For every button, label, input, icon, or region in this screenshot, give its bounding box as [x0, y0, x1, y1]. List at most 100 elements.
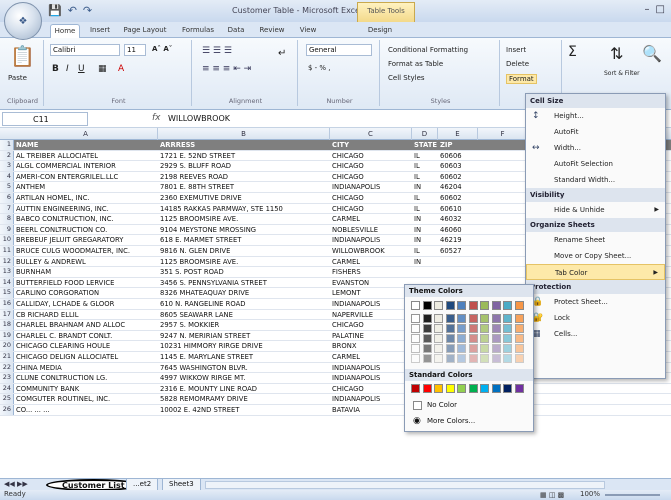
tab-scroll-icons[interactable]: ◀◀ ▶▶: [4, 480, 28, 488]
table-cell[interactable]: IN: [414, 183, 438, 191]
row-number[interactable]: 3: [0, 161, 14, 171]
color-swatch[interactable]: [491, 384, 501, 393]
color-swatch[interactable]: [457, 354, 466, 363]
color-swatch[interactable]: [468, 334, 478, 343]
menu-autofit-selection[interactable]: AutoFit Selection: [526, 156, 665, 172]
table-row[interactable]: 26 CO... ... ... 10002 E. 42ND STREET BATAV…: [0, 405, 671, 416]
row-number[interactable]: 9: [0, 224, 14, 235]
table-cell[interactable]: 2929 S. BLUFF ROAD: [160, 162, 330, 170]
color-swatch[interactable]: [514, 301, 524, 310]
table-cell[interactable]: 7801 E. 88TH STREET: [160, 183, 330, 191]
color-swatch[interactable]: [480, 344, 489, 353]
menu-format-cells[interactable]: ▦ Cells...: [526, 326, 665, 342]
table-cell[interactable]: IN: [414, 215, 438, 223]
zoom-slider[interactable]: [605, 494, 660, 496]
color-swatch[interactable]: [411, 301, 420, 310]
color-swatch[interactable]: [491, 301, 501, 310]
color-swatch[interactable]: [514, 314, 524, 323]
tab-page-layout[interactable]: Page Layout: [120, 24, 170, 38]
table-cell[interactable]: BUTTERFIELD FOOD LERVICE: [16, 279, 158, 287]
color-swatch[interactable]: [445, 301, 455, 310]
row-number[interactable]: 25: [0, 394, 14, 404]
color-swatch[interactable]: [445, 314, 455, 323]
name-box[interactable]: C11: [2, 112, 88, 126]
table-cell[interactable]: IL: [414, 162, 438, 170]
table-cell[interactable]: CHINA MEDIA: [16, 364, 158, 372]
row-number[interactable]: 6: [0, 193, 14, 203]
column-header-cell[interactable]: NAME: [16, 141, 158, 149]
underline-button[interactable]: U: [78, 64, 85, 74]
table-cell[interactable]: 610 N. RANGELINE ROAD: [160, 300, 330, 308]
table-cell[interactable]: 60602: [440, 194, 478, 202]
row-number[interactable]: 17: [0, 309, 14, 320]
table-cell[interactable]: AL TREIBER ALLOCIATEL: [16, 152, 158, 160]
row-number[interactable]: 10: [0, 235, 14, 245]
no-color-option[interactable]: No Color: [411, 399, 529, 413]
row-number[interactable]: 4: [0, 171, 14, 182]
table-cell[interactable]: 60606: [440, 152, 478, 160]
row-number[interactable]: 14: [0, 277, 14, 288]
color-swatch[interactable]: [457, 324, 466, 333]
table-cell[interactable]: INDIANAPOLIS: [332, 183, 412, 191]
table-cell[interactable]: 4997 WIKKOW RIRGE MT.: [160, 374, 330, 382]
color-swatch[interactable]: [411, 384, 420, 393]
font-size-select[interactable]: 11: [124, 44, 146, 56]
color-swatch[interactable]: [468, 384, 478, 393]
row-number[interactable]: 21: [0, 352, 14, 362]
wrap-text-icon[interactable]: ↵: [278, 48, 286, 59]
col-f[interactable]: F: [478, 128, 528, 140]
currency-button[interactable]: $ - % ,: [308, 64, 331, 72]
table-cell[interactable]: 618 E. MARMET STREET: [160, 236, 330, 244]
row-number[interactable]: 19: [0, 330, 14, 341]
col-d[interactable]: D: [412, 128, 438, 140]
grow-font-icon[interactable]: Aˆ Aˇ: [152, 45, 172, 53]
table-cell[interactable]: BULLEY & ANDREWL: [16, 258, 158, 266]
table-cell[interactable]: CHICAGO CLEARING HOULE: [16, 342, 158, 350]
color-swatch[interactable]: [411, 314, 420, 323]
table-row[interactable]: 25 COMGUTER ROUTINEL, INC. 5828 REMOMRAMY …: [0, 394, 671, 405]
color-swatch[interactable]: [480, 324, 489, 333]
table-cell[interactable]: 2198 REEVES ROAD: [160, 173, 330, 181]
table-cell[interactable]: BATAVIA: [332, 406, 412, 414]
paste-button[interactable]: Paste: [8, 74, 27, 82]
table-cell[interactable]: NAPERVILLE: [332, 311, 412, 319]
col-b[interactable]: B: [158, 128, 330, 140]
menu-autofit-row[interactable]: AutoFit: [526, 124, 665, 140]
font-color-icon[interactable]: A: [118, 64, 124, 74]
row-number[interactable]: 26: [0, 405, 14, 415]
table-cell[interactable]: CHICAGO: [332, 173, 412, 181]
table-cell[interactable]: IN: [414, 258, 438, 266]
paste-icon[interactable]: 📋: [10, 44, 35, 68]
color-swatch[interactable]: [480, 314, 489, 323]
tab-insert[interactable]: Insert: [85, 24, 115, 38]
save-icon[interactable]: 💾: [48, 4, 62, 17]
color-swatch[interactable]: [445, 344, 455, 353]
color-swatch[interactable]: [434, 354, 443, 363]
row-number[interactable]: 24: [0, 383, 14, 394]
table-cell[interactable]: COMMUNITY BANK: [16, 385, 158, 393]
table-cell[interactable]: 14185 RAKKAS PARMWAY, STE 1150: [160, 205, 330, 213]
table-cell[interactable]: 351 S. POST ROAD: [160, 268, 330, 276]
table-cell[interactable]: 8326 MHATEAQUAY DRIVE: [160, 289, 330, 297]
table-cell[interactable]: CHICAGO: [332, 152, 412, 160]
color-swatch[interactable]: [411, 344, 420, 353]
color-swatch[interactable]: [445, 324, 455, 333]
table-cell[interactable]: BRONX: [332, 342, 412, 350]
color-swatch[interactable]: [422, 314, 432, 323]
table-cell[interactable]: 1721 E. 52ND STREET: [160, 152, 330, 160]
row-number[interactable]: 20: [0, 341, 14, 351]
table-cell[interactable]: 60610: [440, 205, 478, 213]
table-cell[interactable]: INDIANAPOLIS: [332, 300, 412, 308]
find-icon[interactable]: 🔍: [642, 44, 662, 63]
color-swatch[interactable]: [503, 354, 512, 363]
table-cell[interactable]: INDIANAPOLIS: [332, 236, 412, 244]
table-cell[interactable]: IL: [414, 173, 438, 181]
color-swatch[interactable]: [457, 384, 466, 393]
table-cell[interactable]: PALATINE: [332, 332, 412, 340]
color-swatch[interactable]: [491, 354, 501, 363]
color-swatch[interactable]: [457, 314, 466, 323]
table-cell[interactable]: IL: [414, 152, 438, 160]
color-swatch[interactable]: [422, 384, 432, 393]
color-swatch[interactable]: [480, 301, 489, 310]
row-number[interactable]: 13: [0, 267, 14, 277]
